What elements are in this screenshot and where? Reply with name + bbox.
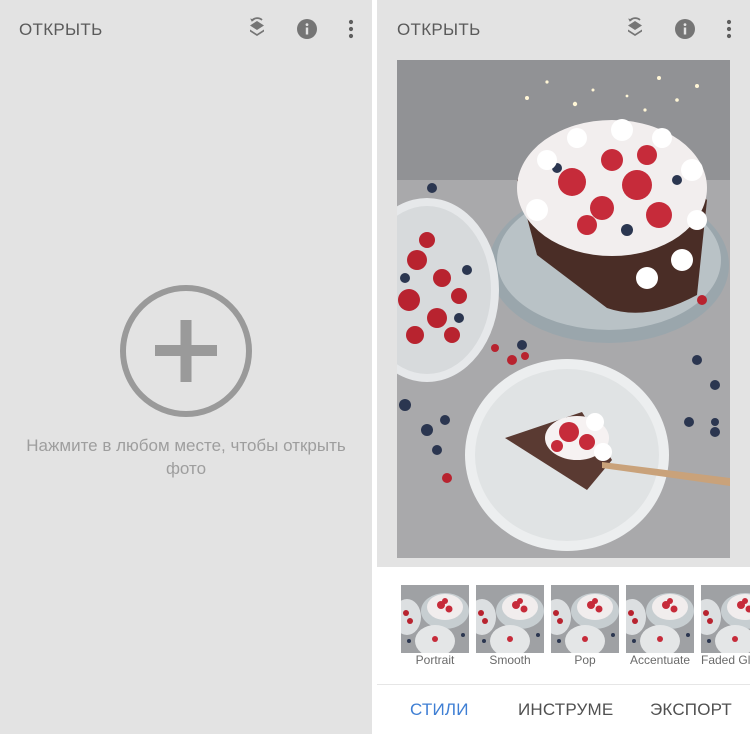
info-icon[interactable]: [673, 17, 697, 41]
style-thumb-image: [626, 585, 694, 653]
layers-history-icon[interactable]: [245, 17, 269, 41]
open-button[interactable]: ОТКРЫТЬ: [19, 20, 103, 40]
tab-tools[interactable]: ИНСТРУМЕ: [518, 700, 613, 720]
style-thumb-smooth[interactable]: Smooth: [476, 585, 544, 675]
style-thumb-image: [476, 585, 544, 653]
open-button[interactable]: ОТКРЫТЬ: [397, 20, 481, 40]
empty-state-text: Нажмите в любом месте, чтобы открыть фот…: [0, 434, 372, 480]
style-thumb-image: [401, 585, 469, 653]
style-label: Accentuate: [629, 653, 691, 667]
empty-state-line-2: фото: [165, 459, 207, 478]
bottom-divider: [377, 684, 750, 685]
info-icon[interactable]: [295, 17, 319, 41]
more-vert-icon[interactable]: [717, 17, 741, 41]
add-circle-icon[interactable]: [118, 283, 254, 419]
layers-history-icon[interactable]: [623, 17, 647, 41]
style-label: Faded Glow: [701, 653, 750, 667]
style-thumb-accentuate[interactable]: Accentuate: [626, 585, 694, 675]
tab-export[interactable]: ЭКСПОРТ: [650, 700, 732, 720]
styles-carousel[interactable]: Portrait Smooth Pop Accentuate Faded Glo…: [377, 567, 750, 685]
style-thumb-image: [551, 585, 619, 653]
cake-with-berries-photo[interactable]: [397, 60, 730, 558]
empty-state-line-1: Нажмите в любом месте, чтобы открыть: [26, 436, 346, 455]
bottom-sheet: Portrait Smooth Pop Accentuate Faded Glo…: [377, 567, 750, 734]
top-bar: ОТКРЫТЬ: [377, 0, 750, 60]
tab-styles[interactable]: СТИЛИ: [410, 700, 469, 720]
style-thumb-faded-glow[interactable]: Faded Glow: [701, 585, 750, 675]
right-screen: ОТКРЫТЬ Portrait Smooth Pop Accentuate F…: [377, 0, 750, 734]
style-thumb-image: [701, 585, 750, 653]
more-vert-icon[interactable]: [339, 17, 363, 41]
style-thumb-portrait[interactable]: Portrait: [401, 585, 469, 675]
style-thumb-pop[interactable]: Pop: [551, 585, 619, 675]
top-bar: ОТКРЫТЬ: [0, 0, 372, 60]
left-screen[interactable]: ОТКРЫТЬ Нажмите в любом месте, чтобы отк…: [0, 0, 372, 734]
